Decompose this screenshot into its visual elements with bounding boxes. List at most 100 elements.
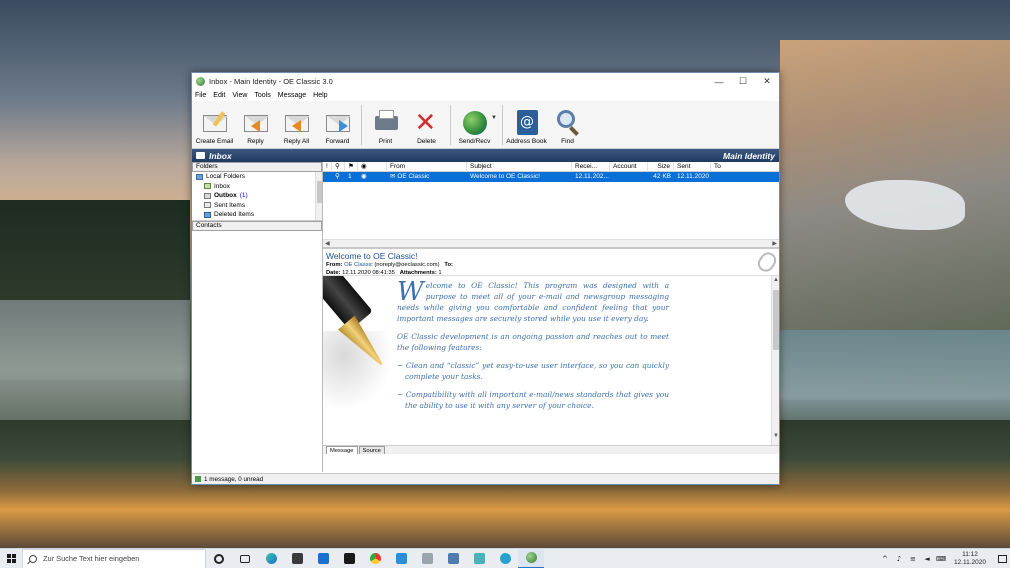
microphone-icon[interactable]: ♪: [894, 555, 904, 563]
tab-message[interactable]: Message: [326, 446, 358, 454]
edge-icon[interactable]: [258, 549, 284, 568]
column-size[interactable]: Size: [648, 161, 674, 172]
send-recv-button[interactable]: Send/Recv: [454, 103, 495, 145]
folder-label: Outbox: [214, 192, 237, 200]
column-from[interactable]: From: [387, 161, 467, 172]
folder-sent[interactable]: Sent Items: [192, 201, 322, 211]
forward-icon: [323, 108, 353, 136]
folders-header: Folders: [192, 162, 322, 172]
app-icon-tool[interactable]: [440, 549, 466, 568]
folder-outbox[interactable]: Outbox (1): [192, 191, 322, 201]
close-button[interactable]: ✕: [755, 73, 779, 90]
language-icon[interactable]: ⌨: [936, 555, 946, 563]
chrome-icon[interactable]: [362, 549, 388, 568]
watch-column-icon[interactable]: ◉: [358, 161, 387, 172]
forward-button[interactable]: Forward: [317, 103, 358, 145]
send-recv-dropdown-icon[interactable]: ▼: [491, 115, 499, 121]
message-to: [711, 172, 771, 182]
from-name[interactable]: OE Classic: [344, 262, 373, 268]
app-icon-gray[interactable]: [414, 549, 440, 568]
app-icon-blue[interactable]: [388, 549, 414, 568]
mail-icon[interactable]: [310, 549, 336, 568]
scroll-up-icon[interactable]: ▲: [773, 277, 779, 283]
menu-view[interactable]: View: [232, 92, 247, 99]
find-button[interactable]: Find: [547, 103, 588, 145]
status-icon: [195, 476, 201, 482]
inbox-icon: [196, 152, 205, 159]
preview-scrollbar[interactable]: ▲ ▼: [771, 276, 779, 445]
menu-file[interactable]: File: [195, 92, 206, 99]
toolbar-separator: [361, 105, 362, 145]
body-bullet: ~ Compatibility with all important e-mai…: [397, 390, 669, 410]
volume-icon[interactable]: ◄: [922, 555, 932, 563]
address-book-button[interactable]: @ Address Book: [506, 103, 547, 145]
attachment-cell: ⚲: [335, 173, 340, 180]
priority-cell: [323, 172, 332, 182]
cortana-icon[interactable]: [206, 549, 232, 568]
scroll-left-icon[interactable]: ◀: [325, 240, 330, 247]
app-icon-cyan[interactable]: [492, 549, 518, 568]
create-email-label: Create Email: [195, 138, 234, 145]
column-account[interactable]: Account: [610, 161, 648, 172]
search-placeholder: Zur Suche Text hier eingeben: [43, 554, 140, 563]
folder-scrollbar[interactable]: [315, 172, 322, 220]
inbox-folder-icon: [204, 183, 211, 190]
flag-column-icon[interactable]: ⚑: [345, 161, 358, 172]
find-label: Find: [561, 138, 574, 145]
message-row[interactable]: ⚲ 1 ◉ ✉ OE Classic Welcome to OE Classic…: [323, 172, 779, 182]
task-view-icon[interactable]: [232, 549, 258, 568]
clock[interactable]: 11:12 12.11.2020: [954, 551, 986, 567]
delete-icon: ✕: [414, 108, 437, 138]
column-sent[interactable]: Sent: [674, 161, 711, 172]
taskbar-search[interactable]: Zur Suche Text hier eingeben: [22, 548, 206, 568]
minimize-button[interactable]: —: [707, 73, 731, 90]
reply-button[interactable]: Reply: [235, 103, 276, 145]
scroll-down-icon[interactable]: ▼: [773, 433, 779, 439]
menu-message[interactable]: Message: [278, 92, 306, 99]
folder-deleted[interactable]: Deleted Items: [192, 210, 322, 220]
column-subject[interactable]: Subject: [467, 161, 572, 172]
store-icon[interactable]: [284, 549, 310, 568]
folder-local[interactable]: Local Folders: [192, 172, 322, 182]
tab-source[interactable]: Source: [358, 446, 385, 454]
chevron-up-icon[interactable]: ^: [880, 555, 890, 563]
folder-tree: Local Folders Inbox Outbox (1) Sent Item…: [192, 172, 322, 221]
create-email-button[interactable]: Create Email: [194, 103, 235, 145]
deleted-folder-icon: [204, 211, 211, 218]
preview-header: Welcome to OE Classic! From: OE Classic …: [323, 247, 780, 276]
folder-inbox[interactable]: Inbox: [192, 182, 322, 192]
start-button[interactable]: [0, 549, 22, 568]
terminal-icon[interactable]: [336, 549, 362, 568]
notification-icon[interactable]: [994, 549, 1010, 568]
print-label: Print: [378, 138, 393, 145]
send-recv-label: Send/Recv: [458, 138, 491, 145]
system-tray: ^ ♪ ≡ ◄ ⌨ 11:12 12.11.2020: [876, 549, 1010, 568]
outbox-count: (1): [239, 192, 248, 200]
network-icon[interactable]: ≡: [908, 555, 918, 563]
message-subject: Welcome to OE Classic!: [470, 173, 540, 180]
menu-help[interactable]: Help: [313, 92, 327, 99]
column-received[interactable]: Recei...: [572, 161, 610, 172]
preview-body[interactable]: Welcome to OE Classic! This program was …: [323, 275, 779, 445]
message-list-hscrollbar[interactable]: ◀ ▶: [323, 239, 779, 247]
from-label: From:: [326, 262, 343, 268]
message-from: ✉ OE Classic: [387, 172, 467, 182]
oe-classic-taskbar-icon[interactable]: [518, 548, 544, 568]
title-bar[interactable]: Inbox - Main Identity - OE Classic 3.0 —…: [192, 73, 779, 90]
contacts-list[interactable]: [192, 231, 322, 472]
maximize-button[interactable]: ☐: [731, 73, 755, 90]
scroll-right-icon[interactable]: ▶: [772, 240, 777, 247]
body-paragraph: OE Classic development is an ongoing pas…: [397, 332, 669, 352]
print-button[interactable]: Print: [365, 103, 406, 145]
menu-edit[interactable]: Edit: [213, 92, 225, 99]
address-book-label: Address Book: [506, 138, 547, 145]
attachment-column-icon[interactable]: ⚲: [332, 161, 345, 172]
column-to[interactable]: To: [711, 162, 771, 172]
app-icon-teal[interactable]: [466, 549, 492, 568]
priority-column-icon[interactable]: !: [323, 161, 332, 172]
forward-label: Forward: [325, 138, 350, 145]
delete-button[interactable]: ✕ Delete: [406, 103, 447, 145]
sent-folder-icon: [204, 202, 211, 209]
reply-all-button[interactable]: Reply All: [276, 103, 317, 145]
menu-tools[interactable]: Tools: [254, 92, 270, 99]
